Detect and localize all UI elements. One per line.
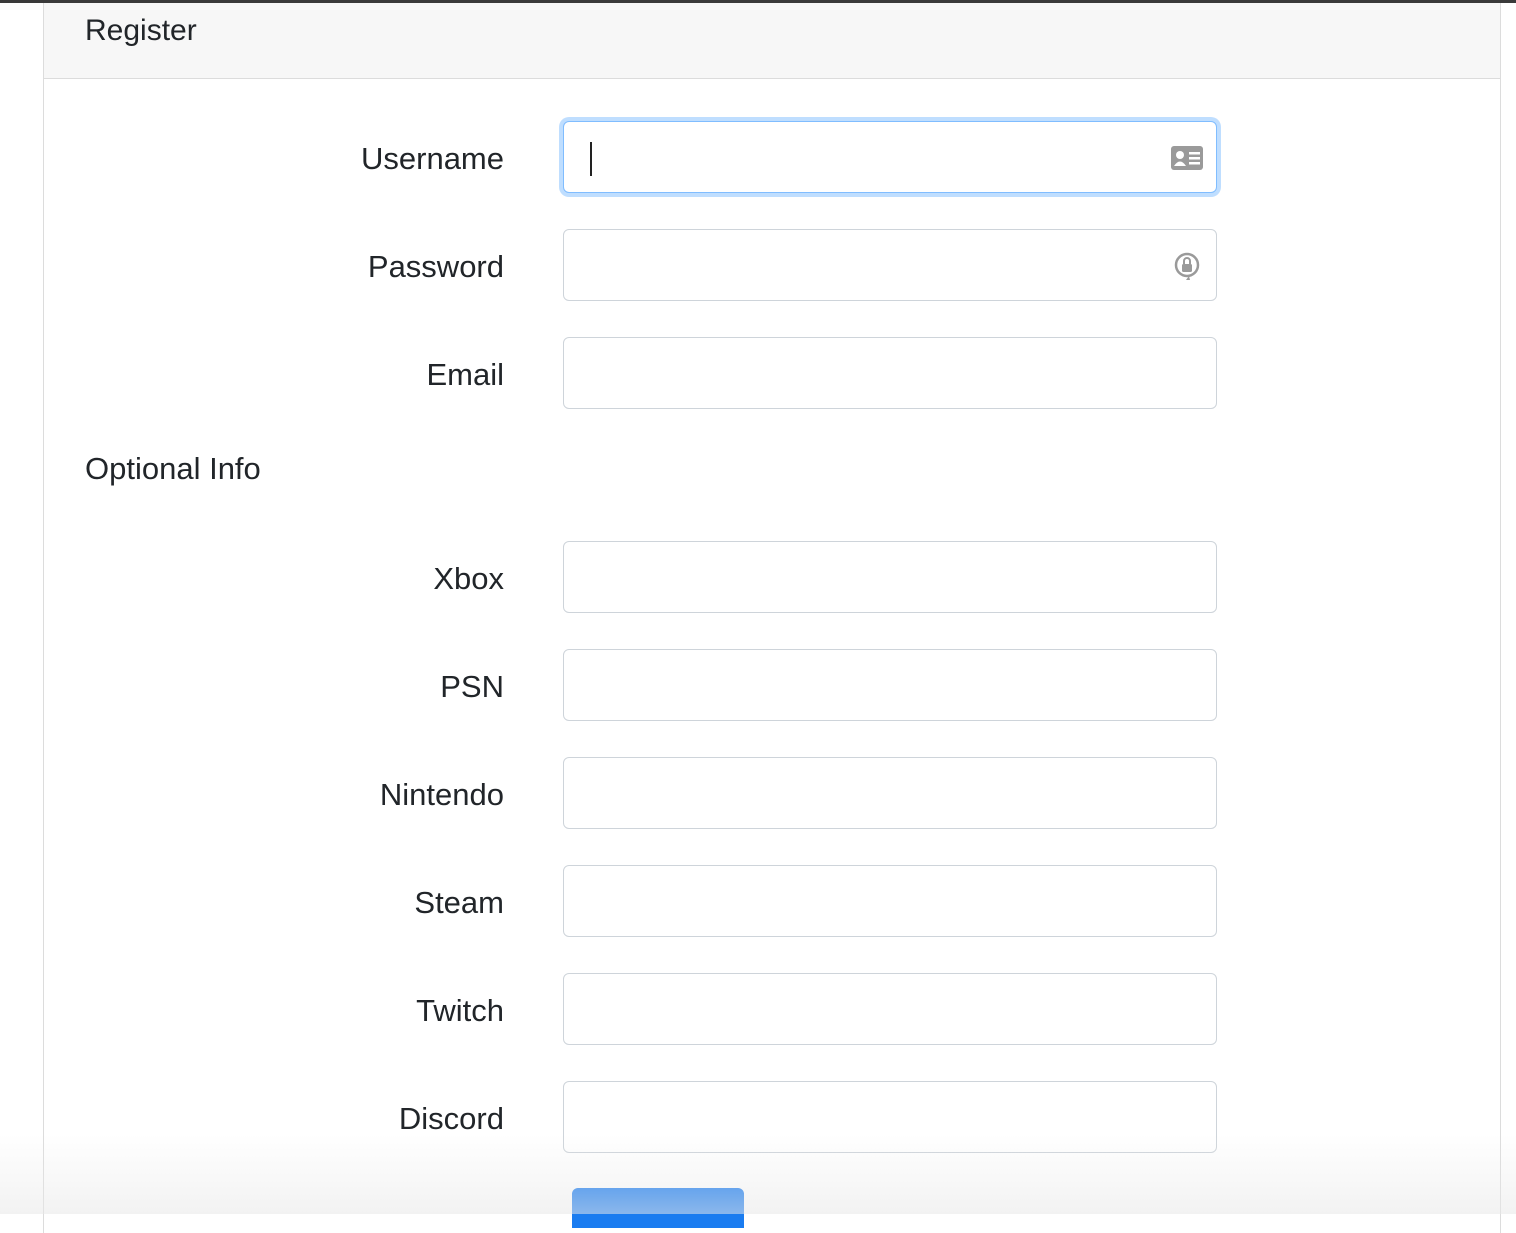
username-input[interactable] [563,121,1217,193]
email-label: Email [426,357,504,392]
psn-label: PSN [440,669,504,704]
password-input[interactable] [563,229,1217,301]
card-title: Register [85,14,197,47]
password-key-icon[interactable] [1170,251,1204,281]
contact-card-icon[interactable] [1170,143,1204,173]
submit-button[interactable] [572,1188,744,1228]
nintendo-input[interactable] [563,757,1217,829]
nintendo-label: Nintendo [379,777,504,812]
xbox-input[interactable] [563,541,1217,613]
register-card: Register Username Password Email Optiona… [43,3,1501,1233]
xbox-label: Xbox [433,561,504,596]
steam-input[interactable] [563,865,1217,937]
email-input[interactable] [563,337,1217,409]
card-header: Register [44,3,1500,79]
discord-label: Discord [398,1101,504,1136]
optional-info-heading: Optional Info [85,451,261,486]
psn-input[interactable] [563,649,1217,721]
discord-input[interactable] [563,1081,1217,1153]
steam-label: Steam [414,885,504,920]
password-label: Password [367,249,504,284]
text-caret [590,142,592,176]
username-label: Username [361,141,504,176]
twitch-input[interactable] [563,973,1217,1045]
twitch-label: Twitch [416,993,504,1028]
